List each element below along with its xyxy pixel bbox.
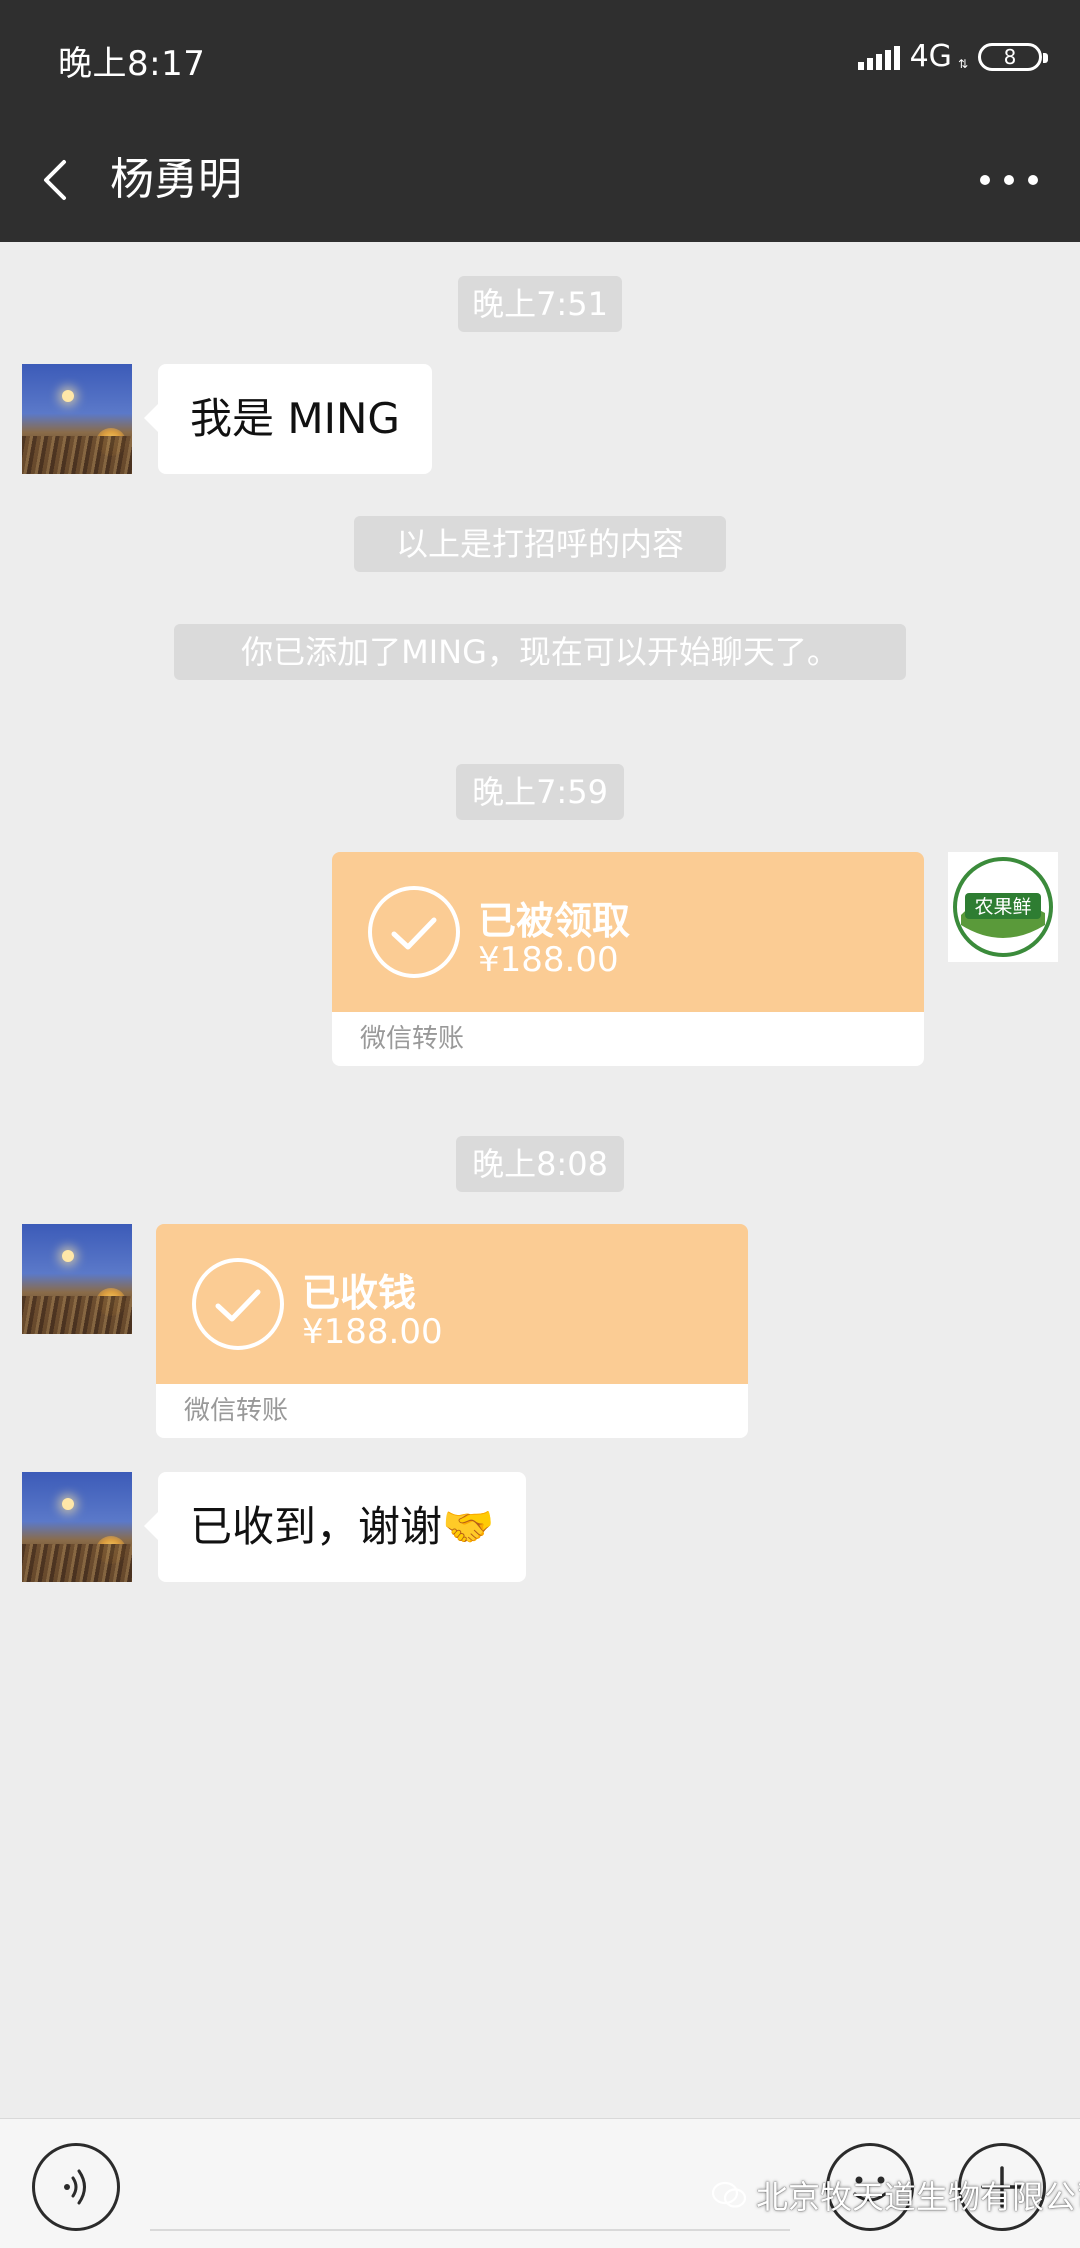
transfer-status: 已被领取: [478, 899, 631, 943]
voice-input-button[interactable]: [32, 2143, 120, 2231]
message-bubble[interactable]: 已收到，谢谢🤝: [143, 1472, 527, 1582]
transfer-footer: 微信转账: [332, 1012, 924, 1066]
status-time: 晚上8:17: [58, 44, 206, 84]
system-note: 你已添加了MING，现在可以开始聊天了。: [174, 624, 906, 680]
my-avatar[interactable]: 农果鲜: [948, 852, 1058, 962]
system-note: 以上是打招呼的内容: [354, 516, 726, 572]
check-circle-icon: [192, 1258, 284, 1350]
data-arrows-icon: ⇅: [957, 57, 968, 71]
message-bubble[interactable]: 我是 MING: [144, 364, 432, 474]
network-type: 4G: [909, 39, 952, 74]
battery-icon: 8: [978, 43, 1048, 71]
check-circle-icon: [368, 886, 460, 978]
voice-icon: [64, 2169, 86, 2205]
chat-header: 杨勇明: [0, 120, 1080, 242]
back-arrow-icon[interactable]: [30, 150, 90, 210]
contact-avatar[interactable]: [22, 1472, 132, 1582]
contact-avatar[interactable]: [22, 364, 132, 474]
transfer-footer: 微信转账: [156, 1384, 748, 1438]
status-icons: 4G ⇅ 8: [857, 39, 1048, 74]
message-input[interactable]: [150, 2143, 790, 2231]
watermark-text: 北京牧天道生物有限公司: [756, 2178, 1080, 2216]
chat-title: 杨勇明: [110, 154, 242, 205]
transfer-status: 已收钱: [302, 1271, 417, 1315]
timestamp: 晚上7:51: [458, 276, 622, 332]
more-options-icon[interactable]: [974, 150, 1044, 210]
transfer-card-sent[interactable]: 已被领取 ¥188.00 微信转账: [332, 852, 924, 1066]
logo-text: 农果鲜: [974, 896, 1031, 918]
transfer-amount: ¥188.00: [302, 1312, 443, 1352]
status-bar: 晚上8:17 4G ⇅ 8: [0, 0, 1080, 120]
timestamp: 晚上7:59: [456, 764, 624, 820]
chat-screen: 晚上8:17 4G ⇅ 8 杨勇明 晚上7:51 我是 MING 以上是打招呼的…: [0, 0, 1080, 2248]
transfer-card-received[interactable]: 已收钱 ¥188.00 微信转账: [156, 1224, 748, 1438]
battery-level: 8: [1003, 45, 1017, 69]
transfer-amount: ¥188.00: [478, 940, 619, 980]
nongguoxian-logo-icon: 农果鲜: [953, 857, 1053, 957]
contact-avatar[interactable]: [22, 1224, 132, 1334]
signal-icon: [857, 44, 900, 70]
watermark: 北京牧天道生物有限公司: [710, 2172, 1080, 2218]
wechat-icon: [711, 2181, 747, 2208]
timestamp: 晚上8:08: [456, 1136, 624, 1192]
